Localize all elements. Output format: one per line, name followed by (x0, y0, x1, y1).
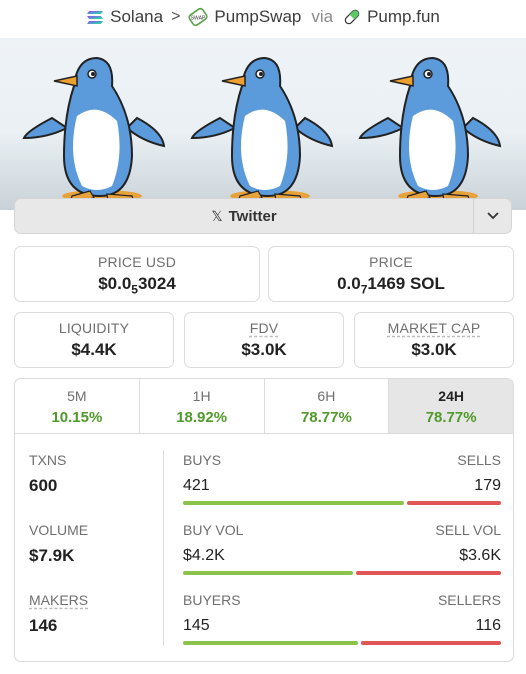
fdv-card[interactable]: FDV $3.0K (184, 312, 344, 368)
dex-link[interactable]: PumpSwap (214, 7, 301, 27)
buy-share-bar (183, 571, 353, 575)
buys-sells-ratio-bar (183, 501, 501, 505)
pumpswap-badge: SWAP (191, 16, 206, 22)
txns-label: TXNS (29, 452, 67, 468)
price-usd-card: PRICE USD $0.053024 (14, 246, 260, 302)
social-links-bar: 𝕏 Twitter (14, 198, 512, 234)
price-usd-value: $0.053024 (98, 274, 176, 297)
change-5m: 10.15% (51, 409, 103, 426)
pill-icon (343, 8, 361, 26)
twitter-button[interactable]: 𝕏 Twitter (15, 199, 473, 233)
penguin-illustration (22, 56, 166, 203)
buy-vol-value: $4.2K (183, 547, 225, 564)
change-6h: 78.77% (300, 409, 352, 426)
sell-vol-value: $3.6K (459, 547, 501, 564)
sellers-value: 116 (475, 617, 501, 634)
penguin-illustration (358, 56, 502, 203)
txns-value: 600 (29, 476, 58, 495)
buys-label: BUYS (183, 452, 222, 468)
buy-vol-label: BUY VOL (183, 522, 244, 538)
buyers-label: BUYERS (183, 592, 241, 608)
token-banner-image (0, 38, 526, 210)
price-native-card: PRICE 0.071469 SOL (268, 246, 514, 302)
market-cap-card[interactable]: MARKET CAP $3.0K (354, 312, 514, 368)
chevron-right-icon: > (171, 8, 181, 25)
volume-label: VOLUME (29, 522, 89, 538)
stats-row-txns: TXNS 600 BUYS SELLS 421 179 (15, 452, 515, 522)
price-native-label: PRICE (369, 254, 413, 270)
market-cap-label: MARKET CAP (387, 320, 481, 336)
buys-value: 421 (183, 477, 210, 494)
price-native-value: 0.071469 SOL (337, 274, 445, 297)
tab-24h[interactable]: 24H 78.77% (389, 379, 513, 433)
volume-value: $7.9K (29, 546, 75, 565)
pumpswap-logo-icon: SWAP (188, 7, 209, 27)
stats-row-volume: VOLUME $7.9K BUY VOL SELL VOL $4.2K $3.6K (15, 522, 515, 592)
sell-vol-label: SELL VOL (435, 522, 501, 538)
fdv-label: FDV (249, 320, 279, 336)
tab-5m[interactable]: 5M 10.15% (15, 379, 140, 433)
sell-share-bar (407, 501, 501, 505)
sell-share-bar (356, 571, 501, 575)
via-text: via (311, 7, 334, 26)
solana-logo-icon (86, 10, 104, 25)
penguin-illustration (190, 56, 334, 203)
tab-1h[interactable]: 1H 18.92% (140, 379, 265, 433)
makers-value: 146 (29, 616, 58, 635)
launchpad-link[interactable]: Pump.fun (367, 7, 440, 27)
market-cap-value: $3.0K (411, 340, 457, 359)
twitter-label: Twitter (228, 207, 277, 225)
makers-ratio-bar (183, 641, 501, 645)
fdv-value: $3.0K (241, 340, 287, 359)
timeframe-tabs: 5M 10.15% 1H 18.92% 6H 78.77% 24H 78.77% (14, 378, 514, 434)
stats-row-makers: MAKERS 146 BUYERS SELLERS 145 116 (15, 592, 515, 662)
liquidity-label: LIQUIDITY (58, 320, 130, 336)
change-1h: 18.92% (176, 409, 228, 426)
buyers-value: 145 (183, 617, 210, 634)
expand-socials-button[interactable] (473, 199, 511, 233)
buy-share-bar (183, 501, 404, 505)
buy-share-bar (183, 641, 358, 645)
sellers-label: SELLERS (437, 592, 501, 608)
liquidity-card: LIQUIDITY $4.4K (14, 312, 174, 368)
breadcrumb: Solana > SWAP PumpSwap via Pump.fun (0, 0, 526, 34)
transaction-stats-panel: TXNS 600 BUYS SELLS 421 179 VOLUME $7.9K B… (14, 434, 514, 662)
makers-label: MAKERS (29, 592, 89, 608)
sells-label: SELLS (457, 452, 501, 468)
chain-link[interactable]: Solana (110, 7, 163, 27)
chevron-down-icon (486, 212, 499, 220)
tab-6h[interactable]: 6H 78.77% (265, 379, 390, 433)
x-logo-icon: 𝕏 (211, 207, 223, 224)
price-usd-label: PRICE USD (97, 254, 177, 270)
liquidity-value: $4.4K (71, 340, 117, 359)
sells-value: 179 (474, 477, 501, 494)
volume-ratio-bar (183, 571, 501, 575)
sell-share-bar (361, 641, 501, 645)
change-24h: 78.77% (425, 409, 477, 426)
